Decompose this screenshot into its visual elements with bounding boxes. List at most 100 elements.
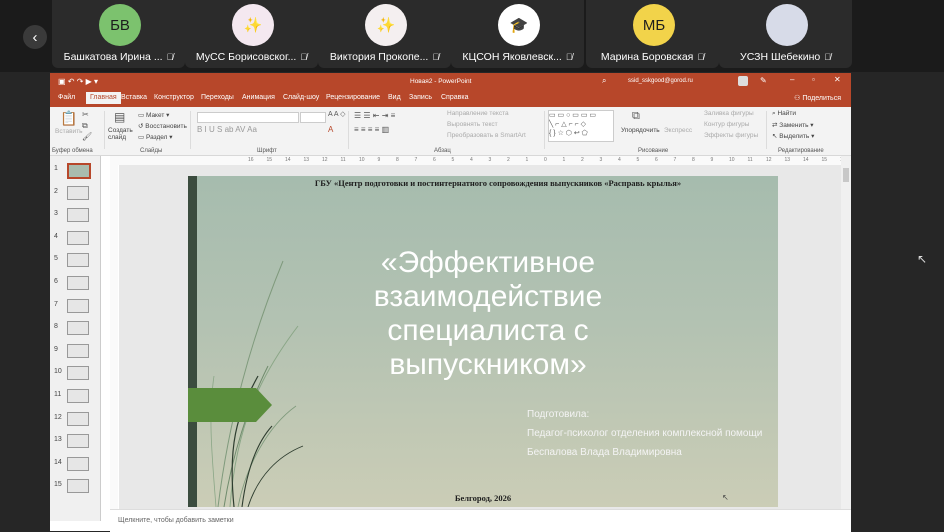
reset-button[interactable]: ↺ Восстановить — [138, 122, 187, 130]
slide-thumbnail[interactable]: 8 — [50, 319, 100, 337]
participant-tile[interactable]: МБ Марина Боровская 🎙̸ — [586, 0, 719, 68]
close-icon[interactable]: ✕ — [834, 75, 841, 84]
previous-participants-button[interactable]: ‹ — [23, 25, 47, 49]
slide-thumbnail[interactable]: 10 — [50, 364, 100, 382]
notes-pane[interactable]: Щелкните, чтобы добавить заметки — [110, 509, 851, 532]
vertical-scrollbar[interactable] — [841, 156, 851, 509]
slide-number: 14 — [54, 458, 62, 466]
copy-icon[interactable]: ⧉ — [82, 121, 88, 131]
font-style-buttons[interactable]: B I U S ab AV Aa — [197, 125, 257, 134]
tab-3[interactable]: Конструктор — [154, 94, 194, 101]
replace-button[interactable]: ⇄ Заменить ▾ — [772, 121, 814, 129]
slide-thumbnail[interactable]: 12 — [50, 410, 100, 428]
shape-effects-button[interactable]: Эффекты фигуры — [704, 132, 758, 139]
align-icons[interactable]: ≡ ≡ ≡ ≡ ▥ — [354, 125, 389, 134]
section-label: Раздел — [145, 134, 168, 141]
smartart-button[interactable]: Преобразовать в SmartArt — [447, 132, 526, 139]
ruler-tick-label: 11 — [340, 157, 346, 163]
minimize-icon[interactable]: – — [790, 75, 794, 84]
current-slide[interactable]: ГБУ «Центр подготовки и постинтернатного… — [188, 176, 778, 507]
account-avatar[interactable] — [738, 76, 748, 86]
format-painter-icon[interactable]: 🖌 — [82, 132, 92, 141]
slide-header-text: ГБУ «Центр подготовки и постинтернатного… — [314, 178, 682, 188]
shape-fill-button[interactable]: Заливка фигуры — [704, 110, 754, 117]
slide-number: 7 — [54, 300, 58, 308]
participant-tile[interactable]: БВ Башкатова Ирина ... 🎙̸ — [52, 0, 185, 68]
slide-thumbnail[interactable]: 14 — [50, 455, 100, 473]
paste-button[interactable]: Вставить — [55, 128, 83, 135]
participant-tile[interactable]: УСЗН Шебекино 🎙̸ — [719, 0, 852, 68]
share-button[interactable]: ⚇ Поделиться — [794, 94, 841, 102]
font-size-buttons[interactable]: A A ◇ — [328, 110, 345, 118]
slide-number: 11 — [54, 391, 62, 398]
tab-6[interactable]: Слайд-шоу — [283, 94, 319, 101]
layout-button[interactable]: ▭ Макет ▾ — [138, 111, 169, 119]
ruler-tick-label: 5 — [636, 157, 640, 163]
paragraph-group-label: Абзац — [434, 148, 451, 154]
replace-label: Заменить — [779, 122, 809, 129]
muted-mic-icon: 🎙̸ — [824, 52, 831, 62]
vertical-ruler — [110, 165, 118, 509]
slide-thumbnail[interactable]: 15 — [50, 477, 100, 495]
pen-icon[interactable]: ✎ — [760, 76, 767, 85]
text-direction-button[interactable]: Направление текста — [447, 110, 509, 117]
tab-8[interactable]: Вид — [388, 94, 401, 101]
maximize-icon[interactable]: ▫ — [812, 75, 815, 84]
tab-5[interactable]: Анимация — [242, 94, 275, 101]
quick-styles-button[interactable]: Экспресс-стили — [664, 127, 692, 134]
slide-thumbnail[interactable]: 5 — [50, 251, 100, 269]
tab-9[interactable]: Запись — [409, 94, 432, 101]
tab-10[interactable]: Справка — [441, 94, 468, 101]
drawing-group-label: Рисование — [638, 148, 669, 154]
cut-icon[interactable]: ✂ — [82, 110, 89, 119]
slide-preview — [67, 321, 89, 336]
avatar — [766, 4, 808, 46]
bullets-icon[interactable]: ☰ ☰ ⇤ ⇥ ≡ — [354, 111, 395, 120]
slide-thumbnail[interactable]: 1 — [50, 161, 100, 179]
slide-number: 3 — [54, 210, 58, 218]
font-color-icon[interactable]: A — [328, 125, 333, 134]
section-button[interactable]: ▭ Раздел ▾ — [138, 133, 173, 141]
align-text-button[interactable]: Выровнять текст — [447, 121, 498, 128]
slide-thumbnail[interactable]: 13 — [50, 432, 100, 450]
participant-name: Виктория Прокопе... — [329, 51, 429, 63]
scrollbar-thumb[interactable] — [843, 168, 849, 182]
ruler-tick-label: 16 — [248, 157, 254, 163]
arrange-icon[interactable]: ⧉ — [632, 110, 640, 123]
tab-1[interactable]: Главная — [86, 92, 121, 104]
quick-access-icons[interactable]: ▣ ↶ ↷ ▶ ▾ — [58, 77, 98, 86]
tab-7[interactable]: Рецензирование — [326, 94, 380, 101]
participant-tile[interactable]: ✨ МуСС Борисовског... 🎙̸ — [185, 0, 318, 68]
slide-preview — [67, 163, 91, 179]
select-button[interactable]: ↖ Выделить ▾ — [772, 132, 814, 140]
slide-thumbnail[interactable]: 7 — [50, 297, 100, 315]
find-button[interactable]: ⌕ Найти — [772, 110, 796, 118]
new-slide-button[interactable]: Создать слайд — [108, 127, 136, 141]
participant-tile[interactable]: ✨ Виктория Прокопе... 🎙̸ — [318, 0, 451, 68]
tab-0[interactable]: Файл — [58, 94, 75, 101]
search-icon[interactable]: ⌕ — [602, 76, 606, 86]
new-slide-icon[interactable]: ▤ — [114, 110, 125, 124]
shape-outline-button[interactable]: Контур фигуры — [704, 121, 749, 128]
powerpoint-window: ▣ ↶ ↷ ▶ ▾ Новая2 - PowerPoint ⌕ ssid_ssk… — [50, 73, 851, 532]
slide-thumbnail[interactable]: 9 — [50, 342, 100, 360]
arrange-button[interactable]: Упорядочить — [621, 127, 660, 134]
slide-thumbnail[interactable]: 3 — [50, 206, 100, 224]
tab-2[interactable]: Вставка — [121, 94, 147, 101]
font-name-box[interactable] — [197, 112, 299, 123]
slide-thumbnail[interactable]: 2 — [50, 184, 100, 202]
tab-4[interactable]: Переходы — [201, 94, 234, 101]
slide-number: 9 — [54, 345, 58, 353]
paste-icon[interactable]: 📋 — [60, 110, 77, 127]
participant-name: МуСС Борисовског... — [195, 51, 297, 63]
account-email[interactable]: ssid_sskgood@gorod.ru — [628, 78, 693, 84]
font-size-box[interactable] — [300, 112, 326, 123]
slide-thumbnail[interactable]: 11 — [50, 387, 100, 405]
avatar: ✨ — [232, 4, 274, 46]
slide-thumbnail[interactable]: 6 — [50, 274, 100, 292]
shapes-gallery[interactable]: ▭ ▭ ○ ▭ ▭ ▭ ╲ ⌐ △ ⌐ ⌐ ◇{ } ☆ ⬡ ↩ ⬠ — [548, 110, 614, 142]
layout-label: Макет — [145, 112, 165, 119]
participant-tile[interactable]: 🎓 КЦСОН Яковлевск... 🎙̸ — [451, 0, 584, 68]
slide-number: 1 — [54, 165, 58, 172]
slide-thumbnail[interactable]: 4 — [50, 229, 100, 247]
